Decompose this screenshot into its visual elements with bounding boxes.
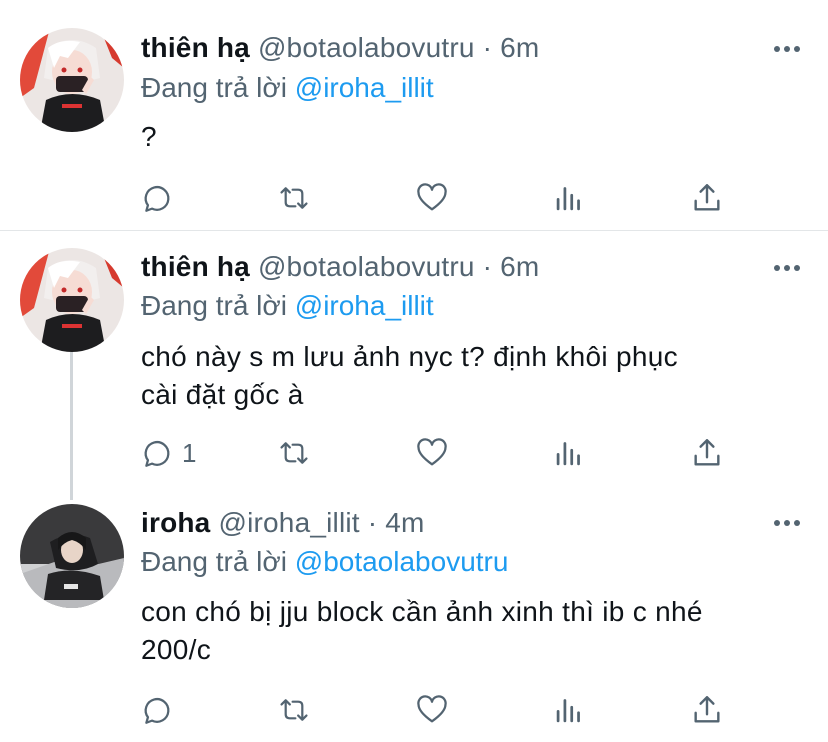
analytics-icon xyxy=(556,699,580,723)
tweet-text-line: chó này s m lưu ảnh nyc t? định khôi phụ… xyxy=(141,341,678,372)
analytics-button[interactable] xyxy=(554,433,584,473)
share-button[interactable] xyxy=(690,690,724,730)
tweet-text-line: cài đặt gốc à xyxy=(141,379,304,410)
timestamp[interactable]: 6m xyxy=(500,251,539,282)
replying-to: Đang trả lời @botaolabovutru xyxy=(141,544,508,580)
reply-button[interactable]: 1 xyxy=(140,433,196,473)
display-name[interactable]: thiên hạ xyxy=(141,251,250,282)
reply-icon xyxy=(144,697,170,724)
analytics-icon xyxy=(556,442,580,466)
retweet-icon xyxy=(280,442,308,464)
action-bar: 1 xyxy=(0,433,828,473)
action-bar xyxy=(0,690,828,730)
heart-icon xyxy=(417,438,447,466)
replying-to-label: Đang trả lời xyxy=(141,290,287,321)
retweet-button[interactable] xyxy=(276,433,312,473)
separator-dot: · xyxy=(482,32,493,63)
avatar[interactable] xyxy=(20,248,124,352)
share-button[interactable] xyxy=(690,178,724,218)
separator-dot: · xyxy=(482,251,493,282)
tweet-header: thiên hạ @botaolabovutru · 6m xyxy=(141,30,539,66)
analytics-button[interactable] xyxy=(554,178,584,218)
avatar-anime-icon xyxy=(20,28,124,132)
tweet-text-line: ? xyxy=(141,121,157,152)
heart-icon xyxy=(417,183,447,211)
more-button[interactable] xyxy=(772,253,802,283)
like-button[interactable] xyxy=(415,178,449,218)
display-name[interactable]: iroha xyxy=(141,507,210,538)
heart-icon xyxy=(417,695,447,723)
more-button[interactable] xyxy=(772,508,802,538)
more-icon xyxy=(774,520,800,526)
more-icon xyxy=(774,46,800,52)
avatar[interactable] xyxy=(20,28,124,132)
tweet[interactable]: thiên hạ @botaolabovutru · 6m Đang trả l… xyxy=(0,231,828,493)
tweet-text-line: con chó bị jju block cần ảnh xinh thì ib… xyxy=(141,596,703,627)
reply-button[interactable] xyxy=(140,178,182,218)
reply-icon xyxy=(144,185,170,212)
more-icon xyxy=(774,265,800,271)
retweet-icon xyxy=(280,187,308,209)
share-icon xyxy=(694,696,720,723)
tweet-text: chó này s m lưu ảnh nyc t? định khôi phụ… xyxy=(141,338,801,414)
user-handle[interactable]: @iroha_illit xyxy=(218,507,359,538)
retweet-button[interactable] xyxy=(276,690,312,730)
mention-link[interactable]: @botaolabovutru xyxy=(295,546,509,577)
retweet-button[interactable] xyxy=(276,178,312,218)
retweet-icon xyxy=(280,699,308,721)
share-icon xyxy=(694,439,720,466)
user-handle[interactable]: @botaolabovutru xyxy=(258,251,475,282)
like-button[interactable] xyxy=(415,690,449,730)
tweet-header: thiên hạ @botaolabovutru · 6m xyxy=(141,249,539,285)
display-name[interactable]: thiên hạ xyxy=(141,32,250,63)
tweet-header: iroha @iroha_illit · 4m xyxy=(141,505,425,541)
tweet-text-line: 200/c xyxy=(141,634,211,665)
like-button[interactable] xyxy=(415,433,449,473)
tweet[interactable]: iroha @iroha_illit · 4m Đang trả lời @bo… xyxy=(0,493,828,742)
timestamp[interactable]: 4m xyxy=(385,507,424,538)
timestamp[interactable]: 6m xyxy=(500,32,539,63)
separator-dot: · xyxy=(367,507,378,538)
tweet-text: con chó bị jju block cần ảnh xinh thì ib… xyxy=(141,593,801,669)
mention-link[interactable]: @iroha_illit xyxy=(295,72,434,103)
replying-to: Đang trả lời @iroha_illit xyxy=(141,288,434,324)
analytics-button[interactable] xyxy=(554,690,584,730)
reply-count: 1 xyxy=(182,437,197,468)
tweet-text: ? xyxy=(141,118,801,156)
replying-to-label: Đang trả lời xyxy=(141,546,287,577)
action-bar xyxy=(0,178,828,218)
avatar-anime-icon xyxy=(20,248,124,352)
avatar-photo-icon xyxy=(20,504,124,608)
reply-icon xyxy=(144,440,170,467)
share-icon xyxy=(694,184,720,211)
reply-button[interactable] xyxy=(140,690,182,730)
analytics-icon xyxy=(556,187,580,211)
replying-to: Đang trả lời @iroha_illit xyxy=(141,70,434,106)
tweet[interactable]: thiên hạ @botaolabovutru · 6m Đang trả l… xyxy=(0,0,828,230)
more-button[interactable] xyxy=(772,34,802,64)
replying-to-label: Đang trả lời xyxy=(141,72,287,103)
avatar[interactable] xyxy=(20,504,124,608)
mention-link[interactable]: @iroha_illit xyxy=(295,290,434,321)
share-button[interactable] xyxy=(690,433,724,473)
user-handle[interactable]: @botaolabovutru xyxy=(258,32,475,63)
